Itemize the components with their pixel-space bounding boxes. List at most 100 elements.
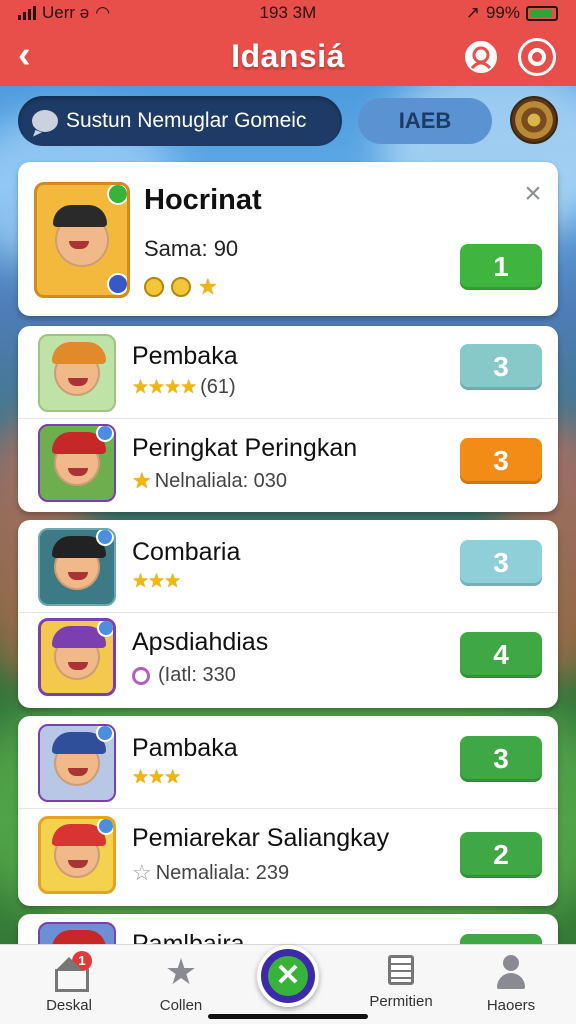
verified-icon — [97, 819, 113, 835]
rank-button[interactable]: 2 — [460, 832, 542, 878]
user-avatar[interactable] — [510, 96, 558, 144]
player-stats: ★★★ — [132, 570, 181, 593]
chat-bubble-icon — [132, 666, 150, 685]
close-icon: ✕ — [268, 956, 308, 996]
user-search-icon — [470, 46, 492, 70]
player-face — [52, 824, 106, 878]
coin-row: ★ — [144, 274, 218, 300]
status-left: Uerr ə ◠ — [18, 3, 110, 23]
center-action-button[interactable]: ✕ — [257, 945, 319, 1007]
coin-icon — [171, 277, 191, 297]
home-indicator — [208, 1014, 368, 1019]
bottom-nav: 1 Deskal ★ Collen ✕ Permitien Haoers — [0, 944, 576, 1024]
nav-item-heroes[interactable]: Haoers — [456, 955, 566, 1014]
rating-stars: ★★★ — [132, 767, 181, 788]
verified-icon — [97, 621, 113, 637]
rank-button[interactable]: 4 — [460, 632, 542, 678]
leaderboard-group: Combaria ★★★ 3 Apsdiahdias (Iatl: 330 4 — [18, 520, 558, 708]
player-face — [52, 432, 106, 486]
search-row: Sustun Nemuglar Gomeic IAEB — [18, 96, 558, 148]
player-face — [52, 536, 106, 590]
battery-percent: 99% — [485, 3, 520, 22]
star-icon: ★ — [164, 951, 198, 992]
ring-icon — [528, 48, 546, 66]
player-stats: ☆ Nemaliala: 239 — [132, 860, 289, 886]
featured-player-card[interactable]: Hocrinat Sama: 90 ★ × 1 — [18, 162, 558, 316]
nav-item-home[interactable]: 1 Deskal — [14, 951, 124, 1014]
nav-label: Deskal — [46, 997, 92, 1014]
coin-icon — [144, 277, 164, 297]
clock: 193 3M — [259, 3, 317, 22]
team-icon — [107, 273, 127, 295]
rank-button[interactable]: 3 — [460, 438, 542, 484]
player-name: Pemiarekar Saliangkay — [132, 824, 390, 852]
leaderboard-group: Pambaka ★★★ 3 Pemiarekar Saliangkay ☆ Ne… — [18, 716, 558, 906]
battery-icon — [526, 5, 558, 21]
stat-text: (Iatl: 330 — [158, 664, 236, 686]
filter-button[interactable]: IAEB — [358, 98, 492, 144]
signal-icon — [18, 6, 36, 20]
player-name: Apsdiahdias — [132, 628, 269, 656]
chat-icon — [32, 110, 58, 132]
wifi-icon: ◠ — [95, 3, 111, 22]
verified-icon — [96, 726, 114, 742]
avatar — [38, 334, 116, 412]
list-item[interactable]: Combaria ★★★ 3 — [18, 520, 558, 614]
notification-badge: 1 — [72, 951, 92, 971]
rank-button[interactable]: 3 — [460, 344, 542, 390]
nav-item-collection[interactable]: ★ Collen — [126, 951, 236, 1015]
nav-label: Collen — [159, 997, 203, 1014]
avatar — [38, 424, 116, 502]
profile-button[interactable] — [462, 38, 500, 76]
close-icon[interactable]: × — [518, 179, 548, 210]
player-face — [52, 626, 106, 680]
verified-icon — [96, 426, 114, 442]
status-bar: Uerr ə ◠ 193 3M ↗ 99% — [0, 0, 576, 26]
chevron-left-icon: ‹ — [18, 34, 31, 76]
player-score: Sama: 90 — [144, 236, 239, 261]
avatar — [38, 618, 116, 696]
search-text: Sustun Nemuglar Gomeic — [66, 109, 307, 132]
verified-icon — [96, 530, 114, 546]
person-icon — [494, 955, 528, 989]
player-name: Combaria — [132, 538, 241, 566]
avatar — [38, 724, 116, 802]
status-right: ↗ 99% — [466, 3, 558, 23]
location-icon: ↗ — [465, 3, 480, 22]
player-face — [52, 732, 106, 786]
carrier-label: Uerr ə — [42, 3, 90, 22]
list-item[interactable]: Apsdiahdias (Iatl: 330 4 — [18, 612, 558, 706]
verified-icon — [107, 185, 127, 205]
stat-text: Nemaliala: 239 — [155, 861, 290, 884]
rank-button[interactable]: 3 — [460, 736, 542, 782]
avatar — [38, 528, 116, 606]
search-input[interactable]: Sustun Nemuglar Gomeic — [18, 96, 342, 146]
player-face — [52, 342, 106, 396]
app-header: ‹ Idansiá — [0, 26, 576, 86]
list-item[interactable]: Pambaka ★★★ 3 — [18, 716, 558, 810]
rating-count: (61) — [200, 376, 236, 398]
settings-button[interactable] — [518, 38, 556, 76]
nav-item-permissions[interactable]: Permitien — [346, 955, 456, 1010]
player-name: Pembaka — [132, 342, 238, 370]
player-name: Peringkat Peringkan — [132, 434, 358, 462]
player-name: Hocrinat — [144, 184, 262, 216]
rank-button[interactable]: 3 — [460, 540, 542, 586]
list-item[interactable]: Pemiarekar Saliangkay ☆ Nemaliala: 239 2 — [18, 808, 558, 902]
avatar — [38, 816, 116, 894]
stat-text: Nelnaliala: 030 — [154, 469, 288, 492]
player-face — [53, 205, 109, 267]
rating-stars: ★★★★ — [132, 377, 197, 398]
player-stats: ★★★ — [132, 766, 181, 789]
rank-button[interactable]: 1 — [460, 244, 542, 290]
nav-label: Permitien — [369, 993, 433, 1010]
back-button[interactable]: ‹ — [18, 36, 54, 76]
document-icon — [388, 955, 414, 985]
leaderboard-group: Pembaka ★★★★ (61) 3 Peringkat Peringkan … — [18, 326, 558, 512]
star-icon: ★ — [198, 274, 218, 299]
list-item[interactable]: Peringkat Peringkan ★ Nelnaliala: 030 3 — [18, 418, 558, 512]
star-outline-icon: ☆ — [132, 860, 152, 885]
list-item[interactable]: Pembaka ★★★★ (61) 3 — [18, 326, 558, 420]
nav-label: Haoers — [486, 997, 536, 1014]
star-icon: ★ — [132, 468, 152, 493]
